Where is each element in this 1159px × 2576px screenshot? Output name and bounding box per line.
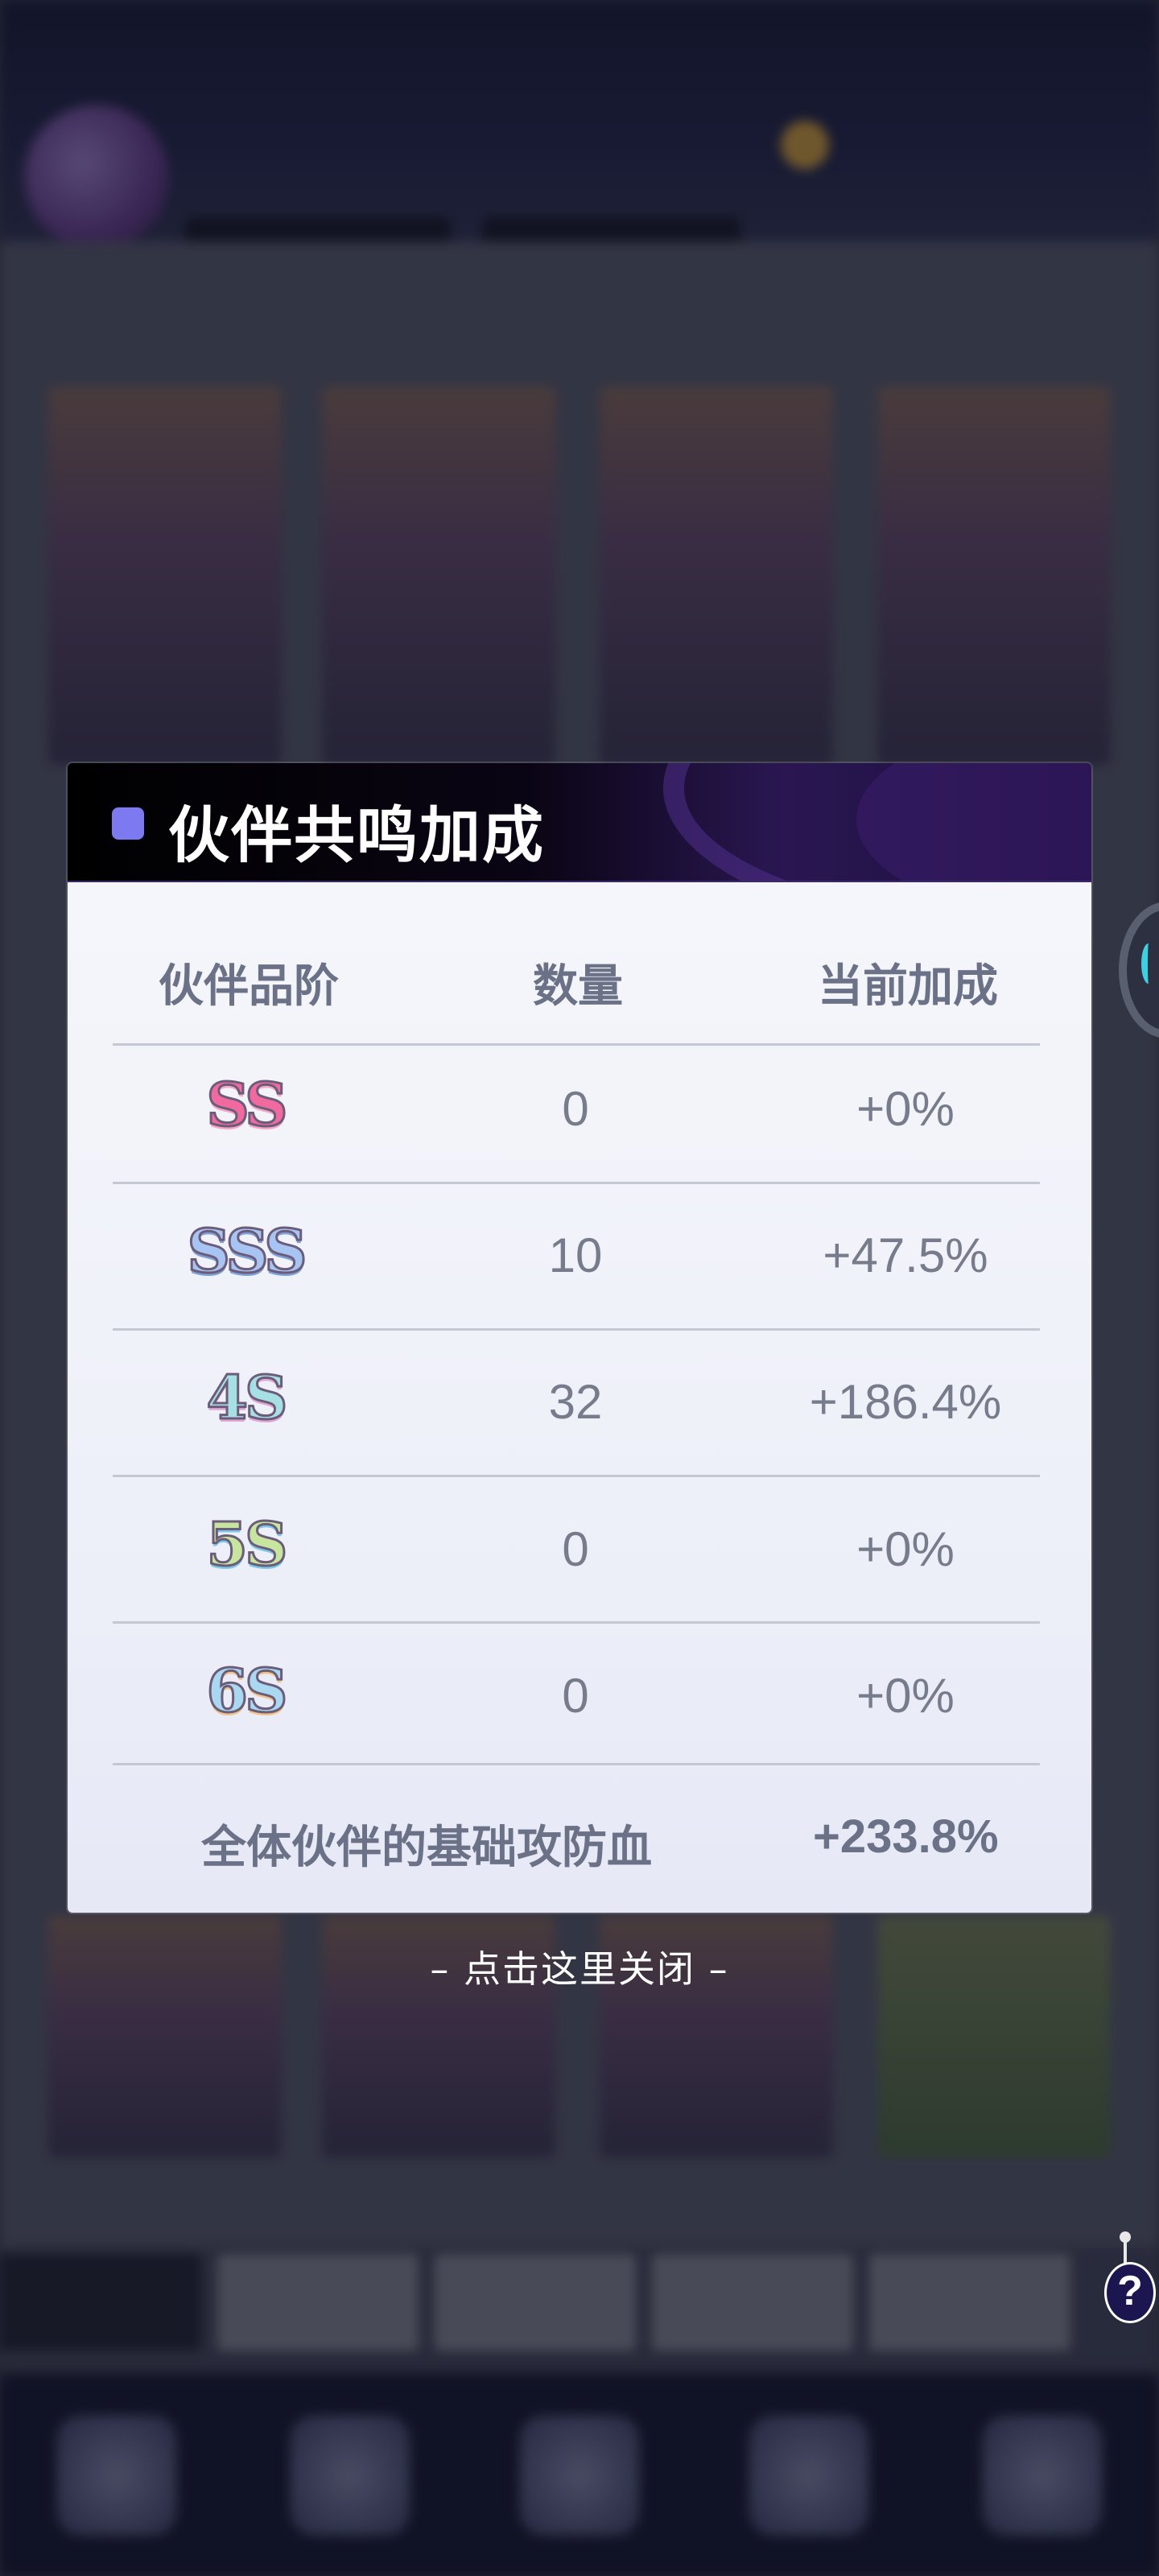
- row-divider: [113, 1328, 1040, 1331]
- rank-badge-6s: 6S: [205, 1656, 289, 1728]
- rank-badge-5s: 5S: [205, 1509, 289, 1581]
- modal-header: 伙伴共鸣加成: [68, 763, 1091, 882]
- modal-title: 伙伴共鸣加成: [168, 799, 545, 871]
- column-header-rank: 伙伴品阶: [159, 960, 339, 1013]
- header-decoration: [856, 763, 1091, 882]
- bonus-cell: +0%: [856, 1669, 955, 1723]
- total-bonus-value: +233.8%: [813, 1810, 999, 1863]
- help-button[interactable]: ?: [1104, 2262, 1156, 2323]
- rank-badge-4s: 4S: [205, 1363, 289, 1435]
- column-header-count: 数量: [533, 960, 623, 1013]
- close-hint-button[interactable]: – 点击这里关闭 –: [0, 1940, 1159, 1993]
- count-cell: 0: [562, 1669, 589, 1723]
- row-divider: [113, 1182, 1040, 1184]
- column-header-bonus: 当前加成: [818, 960, 998, 1013]
- bonus-cell: +186.4%: [809, 1375, 1002, 1429]
- bonus-cell: +0%: [856, 1082, 955, 1136]
- row-divider: [113, 1475, 1040, 1477]
- bonus-modal: 伙伴共鸣加成: [68, 763, 1091, 1913]
- rank-badge-ss: SS: [205, 1070, 289, 1141]
- count-cell: 0: [562, 1522, 589, 1576]
- row-divider: [113, 1763, 1040, 1765]
- row-divider: [113, 1043, 1040, 1046]
- title-marker-icon: [112, 807, 144, 840]
- count-cell: 0: [562, 1082, 589, 1136]
- count-cell: 32: [548, 1375, 603, 1429]
- bonus-cell: +0%: [856, 1522, 955, 1576]
- help-stem: [1124, 2238, 1127, 2265]
- bonus-cell: +47.5%: [823, 1228, 988, 1282]
- rank-badge-sss: SSS: [186, 1216, 308, 1288]
- count-cell: 10: [548, 1228, 603, 1282]
- total-bonus-label: 全体伙伴的基础攻防血: [201, 1822, 652, 1874]
- row-divider: [113, 1621, 1040, 1624]
